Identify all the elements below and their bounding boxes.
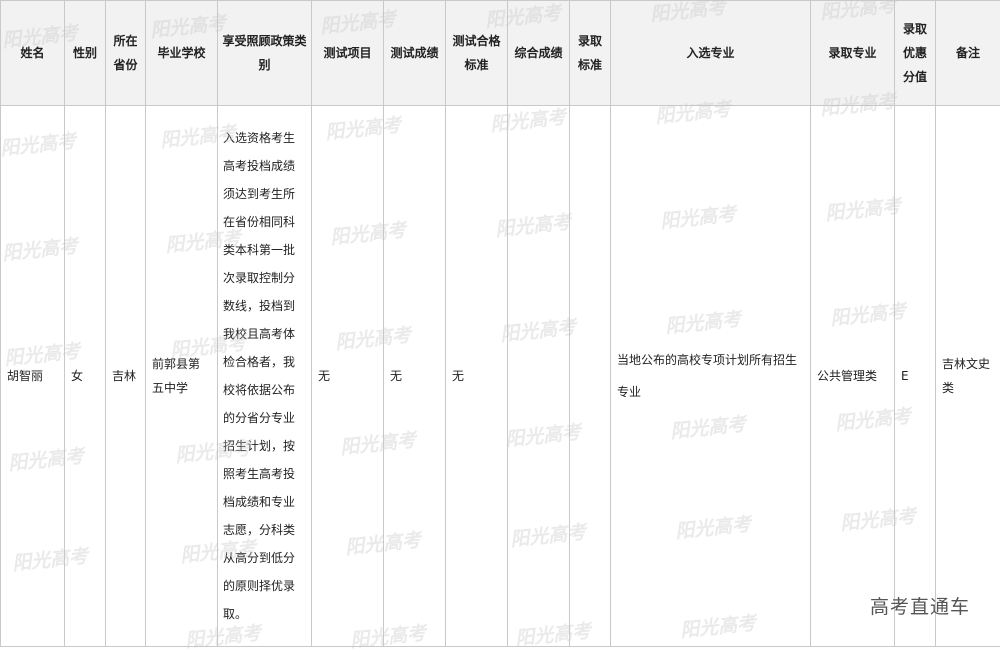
header-selected-major: 入选专业 (611, 1, 811, 106)
header-gender: 性别 (65, 1, 106, 106)
cell-test-score: 无 (384, 106, 446, 647)
header-row: 姓名 性别 所在省份 毕业学校 享受照顾政策类别 测试项目 测试成绩 测试合格标… (1, 1, 1000, 106)
cell-remark: 吉林文史类 (936, 106, 1000, 647)
cell-admit-standard (570, 106, 611, 647)
header-name: 姓名 (1, 1, 65, 106)
header-policy: 享受照顾政策类别 (218, 1, 312, 106)
header-school: 毕业学校 (146, 1, 218, 106)
cell-policy: 入选资格考生高考投档成绩须达到考生所在省份相同科类本科第一批次录取控制分数线，投… (218, 106, 312, 647)
header-test-standard: 测试合格标准 (446, 1, 508, 106)
header-bonus: 录取优惠分值 (895, 1, 936, 106)
cell-test-item: 无 (312, 106, 384, 647)
cell-gender: 女 (65, 106, 106, 647)
cell-admit-major: 公共管理类 (811, 106, 895, 647)
header-remark: 备注 (936, 1, 1000, 106)
header-province: 所在省份 (106, 1, 146, 106)
header-admit-major: 录取专业 (811, 1, 895, 106)
admission-table: 姓名 性别 所在省份 毕业学校 享受照顾政策类别 测试项目 测试成绩 测试合格标… (0, 0, 1000, 647)
cell-name: 胡智丽 (1, 106, 65, 647)
cell-total-score (508, 106, 570, 647)
cell-test-standard: 无 (446, 106, 508, 647)
header-admit-standard: 录取标准 (570, 1, 611, 106)
header-test-item: 测试项目 (312, 1, 384, 106)
cell-school: 前郭县第五中学 (146, 106, 218, 647)
header-test-score: 测试成绩 (384, 1, 446, 106)
table-row: 胡智丽 女 吉林 前郭县第五中学 入选资格考生高考投档成绩须达到考生所在省份相同… (1, 106, 1000, 647)
cell-bonus: E (895, 106, 936, 647)
header-total-score: 综合成绩 (508, 1, 570, 106)
footer-logo-text: 高考直通车 (870, 592, 970, 619)
cell-selected-major: 当地公布的高校专项计划所有招生专业 (611, 106, 811, 647)
cell-province: 吉林 (106, 106, 146, 647)
